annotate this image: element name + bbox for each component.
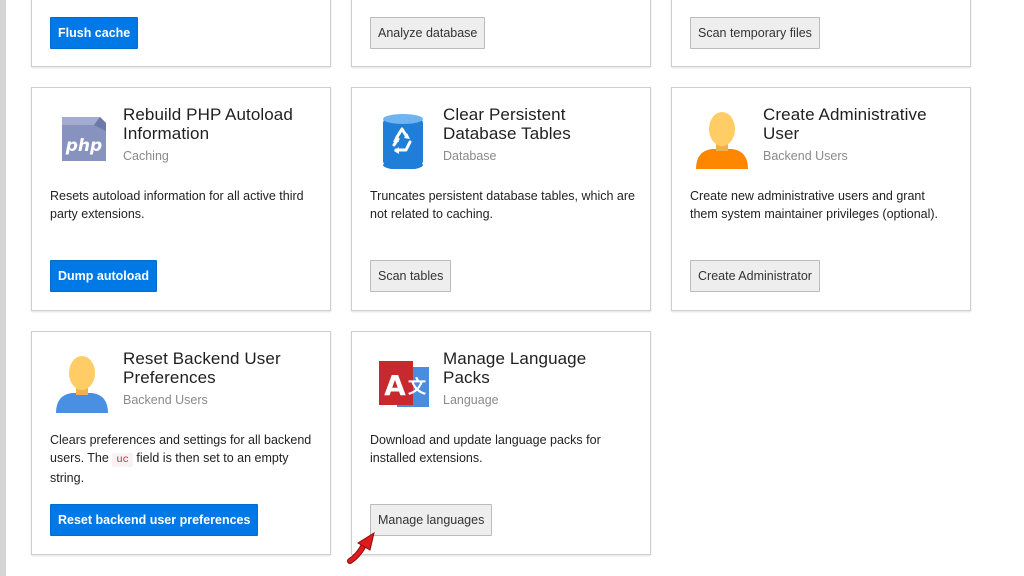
card-category: Backend Users — [763, 149, 848, 163]
reset-preferences-button[interactable]: Reset backend user preferences — [50, 504, 259, 536]
recycle-database-icon — [372, 109, 432, 170]
card-scan-temporary-files: Scan temporary files — [671, 0, 971, 67]
card-create-admin: Create Administrative User Backend Users… — [671, 87, 971, 311]
scan-temporary-files-button[interactable]: Scan temporary files — [690, 17, 820, 49]
card-header: A 文 Manage Language Packs Language — [370, 349, 636, 419]
code-snippet: uc — [112, 453, 133, 467]
svg-text:文: 文 — [408, 376, 427, 398]
card-description: Truncates persistent database tables, wh… — [370, 189, 635, 221]
card-title: Manage Language Packs — [443, 349, 587, 387]
card-header: php Rebuild PHP Autoload Information Cac… — [50, 105, 316, 175]
card-title: Create Administrative User — [763, 105, 927, 143]
admin-user-icon — [692, 109, 752, 169]
card-description: Download and update language packs for i… — [370, 433, 601, 465]
window-left-edge — [0, 0, 6, 576]
create-administrator-button[interactable]: Create Administrator — [690, 260, 820, 292]
card-analyze-database: Analyze database — [351, 0, 651, 67]
card-header: Clear Persistent Database Tables Databas… — [370, 105, 636, 175]
manage-languages-button[interactable]: Manage languages — [370, 504, 493, 536]
translate-icon: A 文 — [372, 353, 432, 413]
svg-text:php: php — [65, 136, 102, 156]
card-flush-cache: Flush cache — [31, 0, 331, 67]
flush-cache-button[interactable]: Flush cache — [50, 17, 139, 49]
card-reset-preferences: Reset Backend User Preferences Backend U… — [31, 331, 331, 555]
card-rebuild-autoload: php Rebuild PHP Autoload Information Cac… — [31, 87, 331, 311]
card-category: Caching — [123, 149, 169, 163]
analyze-database-button[interactable]: Analyze database — [370, 17, 486, 49]
php-icon: php — [52, 109, 112, 169]
card-title: Reset Backend User Preferences — [123, 349, 281, 387]
card-clear-persistent-tables: Clear Persistent Database Tables Databas… — [351, 87, 651, 311]
dump-autoload-button[interactable]: Dump autoload — [50, 260, 157, 292]
card-category: Backend Users — [123, 393, 208, 407]
card-title: Rebuild PHP Autoload Information — [123, 105, 293, 143]
red-pointer-arrow-icon — [344, 528, 380, 566]
card-header: Create Administrative User Backend Users — [690, 105, 956, 175]
scan-tables-button[interactable]: Scan tables — [370, 260, 452, 292]
card-category: Database — [443, 149, 497, 163]
card-header: Reset Backend User Preferences Backend U… — [50, 349, 316, 419]
card-category: Language — [443, 393, 499, 407]
card-description: Resets autoload information for all acti… — [50, 189, 304, 221]
card-manage-language: A 文 Manage Language Packs Language Downl… — [351, 331, 651, 555]
backend-user-icon — [52, 353, 112, 413]
svg-text:A: A — [384, 369, 406, 402]
card-description: Clears preferences and settings for all … — [50, 431, 316, 487]
card-title: Clear Persistent Database Tables — [443, 105, 571, 143]
card-description: Create new administrative users and gran… — [690, 189, 939, 221]
